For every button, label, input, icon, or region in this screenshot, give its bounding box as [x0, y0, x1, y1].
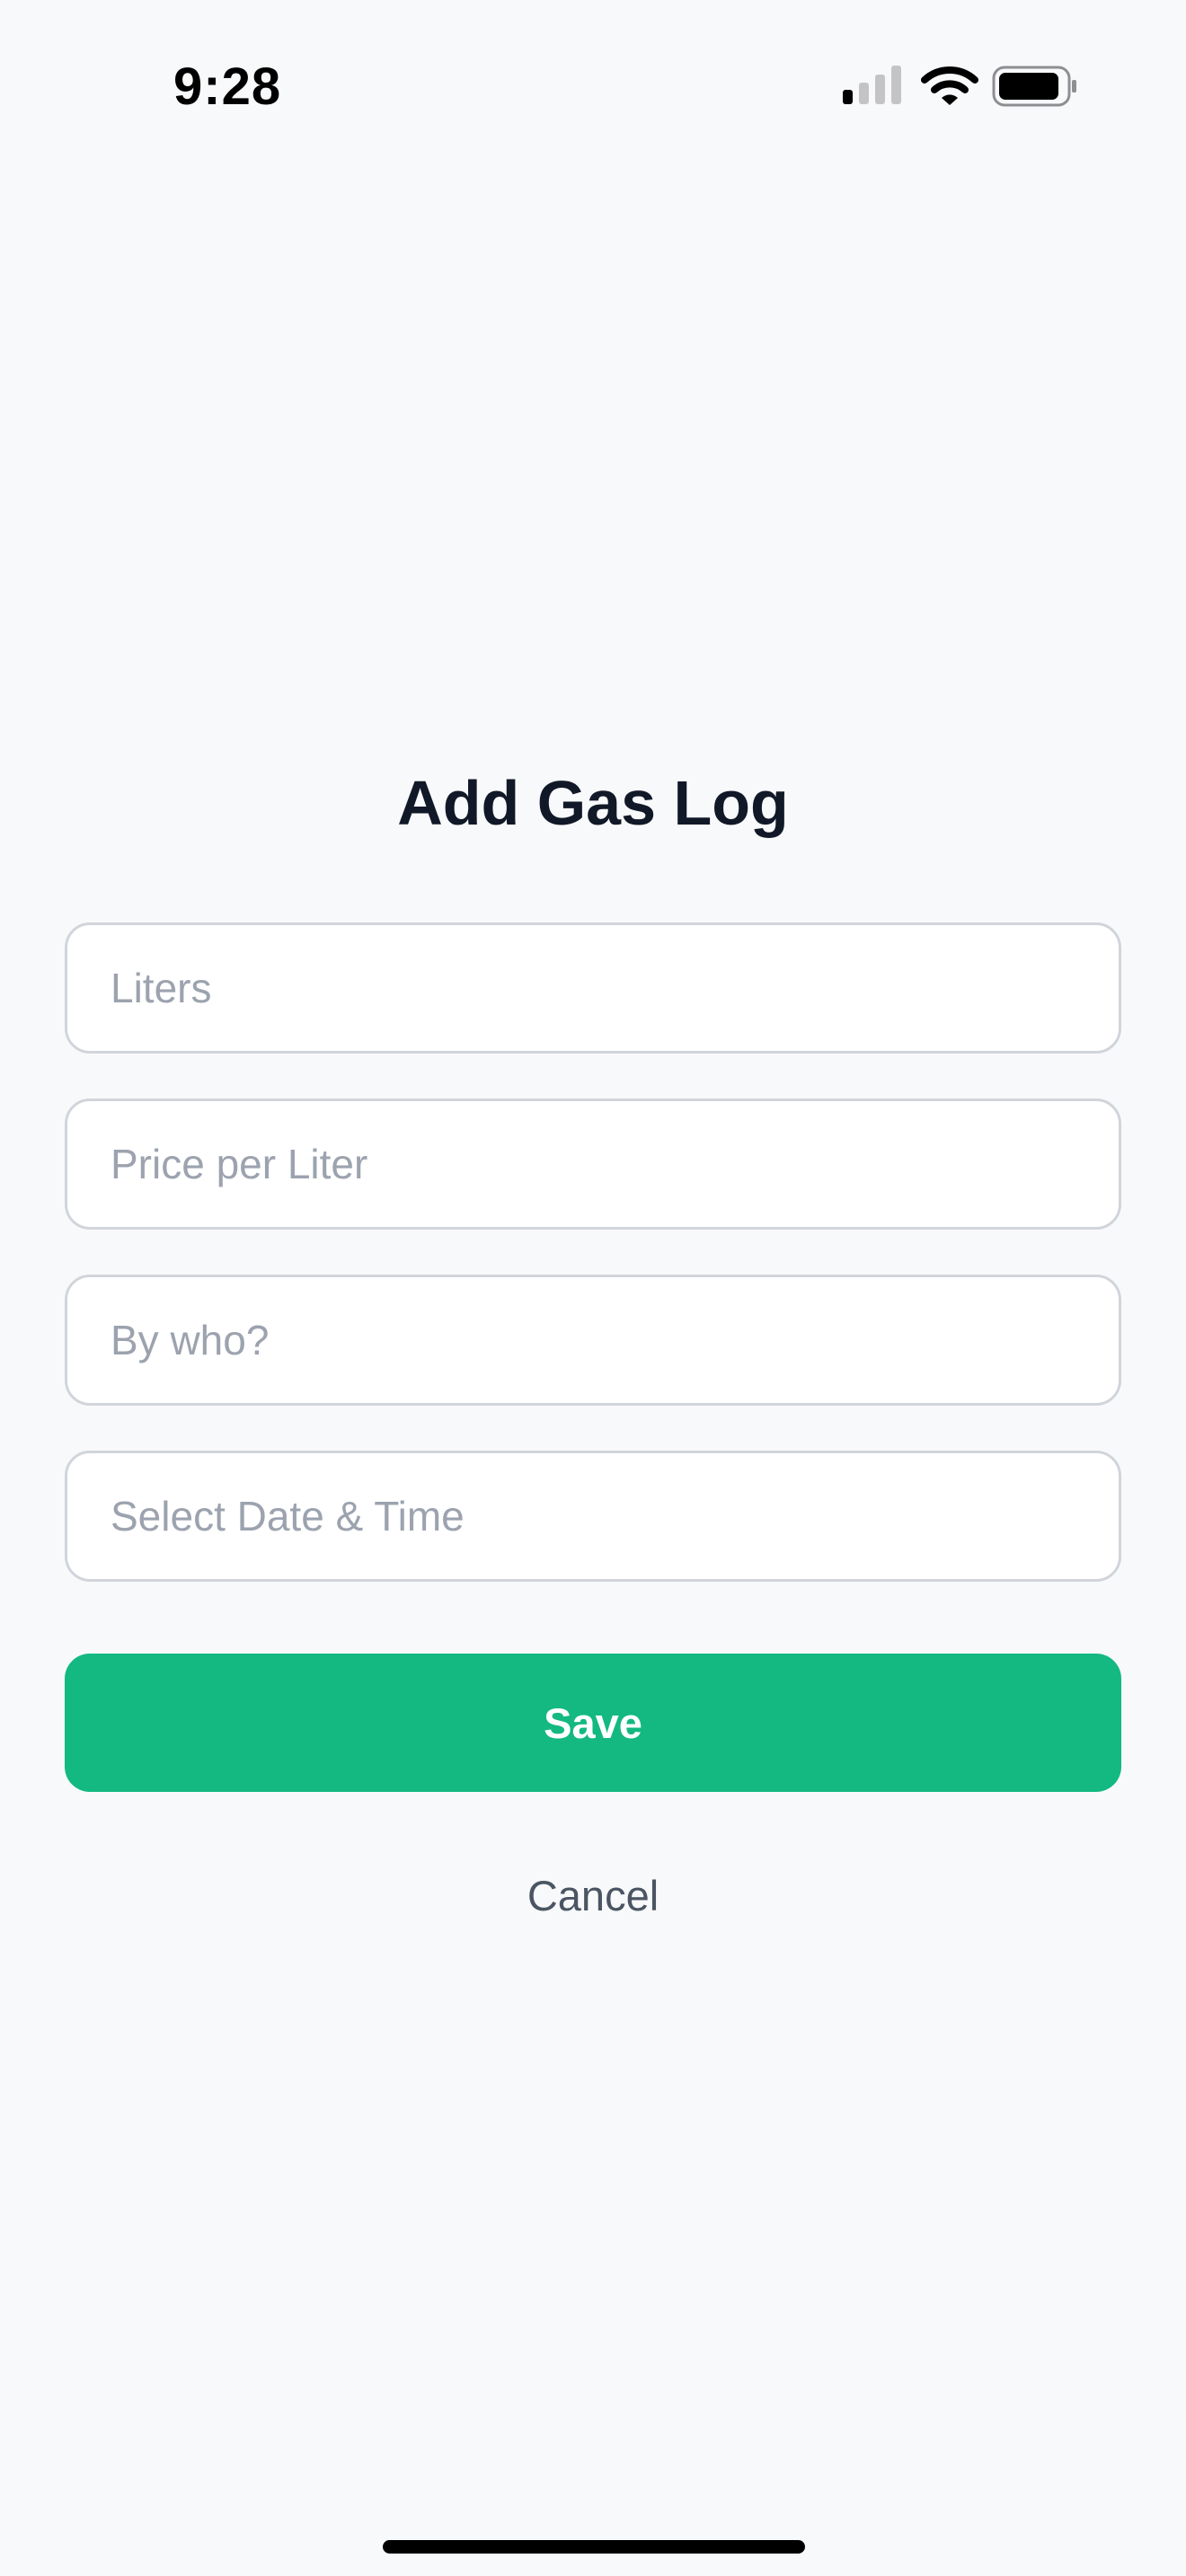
liters-input[interactable]: [65, 922, 1121, 1054]
by-who-input[interactable]: [65, 1275, 1121, 1406]
status-icons: [839, 65, 1082, 110]
price-per-liter-input[interactable]: [65, 1098, 1121, 1230]
page-title: Add Gas Log: [397, 768, 789, 838]
wifi-icon: [921, 66, 978, 105]
battery-icon: [992, 66, 1076, 107]
cancel-button[interactable]: Cancel: [413, 1859, 773, 1931]
home-indicator[interactable]: [383, 2540, 805, 2554]
save-button[interactable]: Save: [65, 1654, 1121, 1792]
status-time: 9:28: [173, 57, 282, 116]
signal-icon: [843, 66, 901, 104]
date-time-input[interactable]: [65, 1451, 1121, 1582]
